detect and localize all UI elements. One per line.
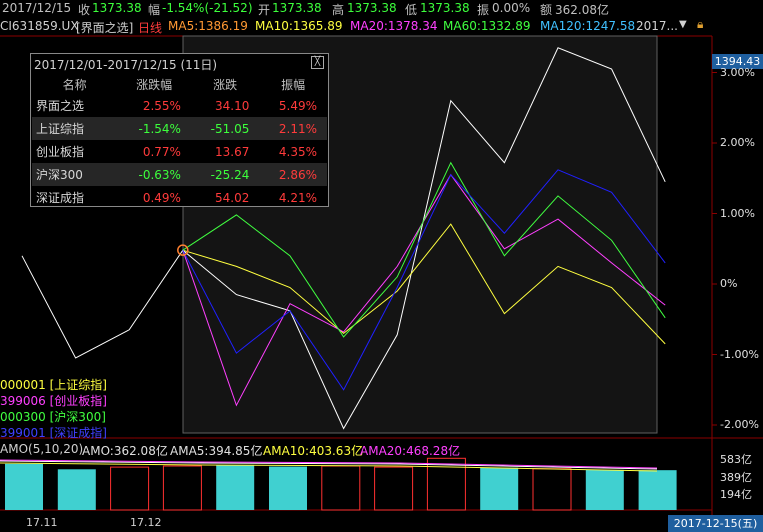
cell-amp: 2.11% [259, 117, 327, 140]
volume-tick-label: 194亿 [720, 488, 752, 501]
volume-tick-label: 389亿 [720, 471, 752, 484]
cell-chg: 34.10 [214, 98, 250, 113]
amo-params[interactable]: AMO(5,10,20) [0, 442, 83, 456]
ama10-value: AMA10:403.63亿 [263, 444, 364, 458]
cell-amp: 2.86% [259, 163, 327, 186]
table-row[interactable]: 深证成指 0.49% 54.02 4.21% [32, 186, 327, 209]
volume-bar [269, 466, 307, 510]
legend-item[interactable]: 399001 [深证成指] [0, 424, 107, 441]
cell-name: 深证成指 [36, 191, 85, 205]
volume-bar [585, 469, 624, 510]
panel-title: 2017/12/01-2017/12/15 (11日) [34, 58, 218, 72]
volume-bar [374, 466, 414, 511]
column-header[interactable]: 振幅 [259, 74, 327, 94]
table-row[interactable]: 沪深300 -0.63% -25.24 2.86% [32, 163, 327, 186]
cell-chg: 54.02 [214, 190, 250, 205]
cell-pct: -1.54% [117, 117, 191, 140]
volume-bar [638, 470, 677, 510]
column-header[interactable]: 涨跌 [191, 74, 259, 94]
y-tick-label: 0% [720, 277, 738, 290]
legend-item[interactable]: 399006 [创业板指] [0, 392, 107, 409]
volume-bar [110, 466, 150, 511]
cell-name: 沪深300 [32, 163, 118, 186]
volume-bar [426, 457, 466, 511]
volume-bar [57, 469, 96, 510]
range-stats-panel[interactable]: 2017/12/01-2017/12/15 (11日) ╳ 名称 涨跌幅 涨跌 振幅 … [30, 53, 329, 207]
table-row[interactable]: 上证综指 -1.54% -51.05 2.11% [32, 117, 327, 140]
cell-pct: 2.55% [142, 98, 181, 113]
cell-amp: 5.49% [278, 98, 317, 113]
y-tick-label: 3.00% [720, 65, 755, 79]
cell-name: 界面之选 [36, 99, 85, 113]
volume-bar [162, 465, 202, 511]
cursor-date-tag: 2017-12-15(五) [668, 515, 763, 532]
y-tick-label: 1.00% [720, 206, 755, 220]
stats-table: 名称 涨跌幅 涨跌 振幅 界面之选 2.55% 34.10 5.49% 上证综指 -1.54% -… [32, 74, 327, 209]
cell-name: 创业板指 [36, 145, 85, 159]
x-tick-label: 17.11 [26, 516, 58, 529]
volume-bar [5, 463, 43, 510]
column-header[interactable]: 涨跌幅 [117, 74, 191, 94]
legend-item[interactable]: 000300 [沪深300] [0, 408, 106, 425]
ama5-value: AMA5:394.85亿 [170, 444, 263, 458]
table-row[interactable]: 创业板指 0.77% 13.67 4.35% [32, 140, 327, 163]
x-tick-label: 17.12 [130, 516, 162, 529]
y-tick-label: -1.00% [720, 347, 759, 361]
cell-amp: 4.21% [278, 190, 317, 205]
close-icon[interactable]: ╳ [311, 56, 324, 69]
volume-bar [480, 467, 519, 510]
cell-chg: -51.05 [190, 117, 260, 140]
cell-chg: 13.67 [214, 144, 250, 159]
cell-chg: -25.24 [190, 163, 260, 186]
column-header[interactable]: 名称 [32, 74, 117, 94]
volume-bar [216, 464, 255, 510]
cell-pct: -0.63% [117, 163, 191, 186]
legend-item[interactable]: 000001 [上证综指] [0, 376, 107, 393]
volume-bar [321, 465, 361, 511]
cell-amp: 4.35% [278, 144, 317, 159]
ama20-value: AMA20:468.28亿 [360, 444, 461, 458]
amo-value: AMO:362.08亿 [82, 444, 168, 458]
cell-pct: 0.77% [142, 144, 181, 159]
volume-bar [532, 468, 572, 511]
y-tick-label: 2.00% [720, 136, 755, 149]
cell-pct: 0.49% [142, 190, 181, 205]
volume-tick-label: 583亿 [720, 453, 752, 466]
y-tick-label: -2.00% [720, 418, 759, 431]
table-row[interactable]: 界面之选 2.55% 34.10 5.49% [32, 94, 327, 117]
cell-name: 上证综指 [32, 117, 118, 140]
